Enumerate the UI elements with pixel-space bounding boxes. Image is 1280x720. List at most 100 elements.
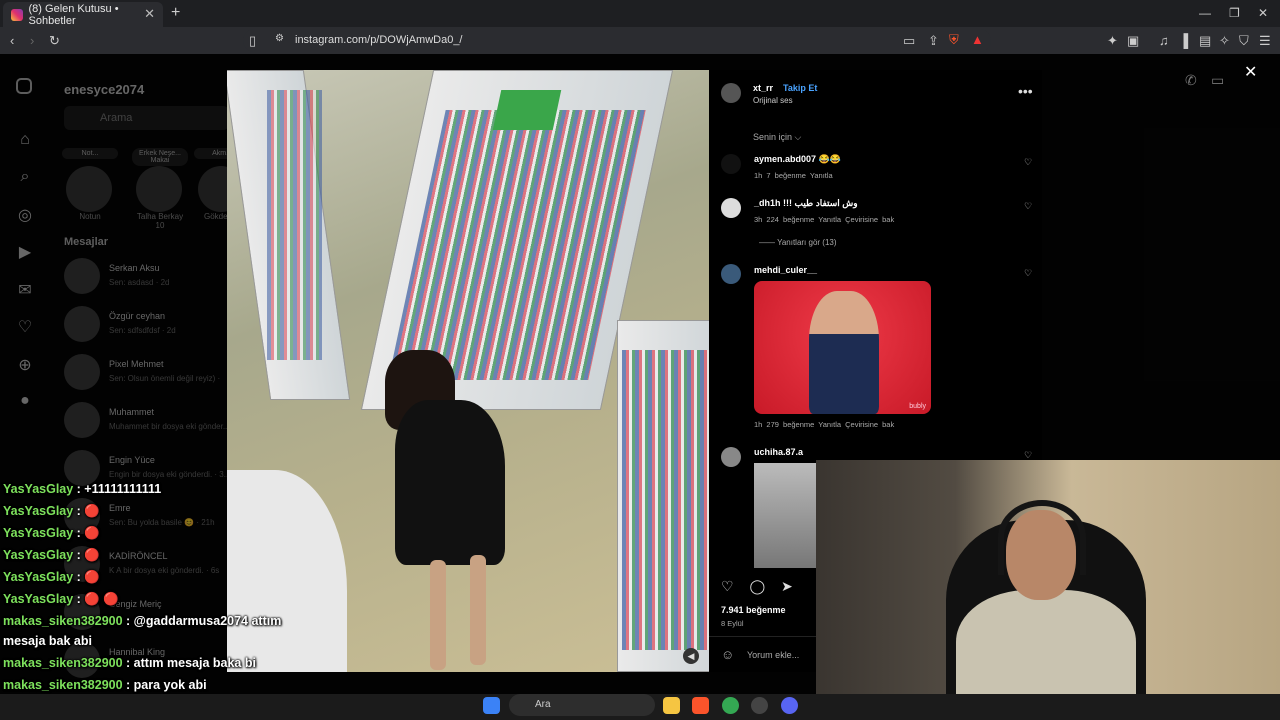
discord-icon[interactable]	[781, 697, 798, 714]
shelf-products	[622, 350, 709, 650]
comment-user: _dh1h !!! وش استفاد طيب	[754, 198, 858, 208]
likes-count[interactable]: 7.941 beğenme	[721, 605, 786, 615]
url-text: instagram.com/p/DOWjAmwDa0_/	[295, 34, 463, 46]
comment-icon[interactable]: ◯	[749, 578, 765, 594]
chat-text: : attım mesaja baka bi	[122, 656, 256, 670]
leo-ai-icon[interactable]: ✧	[1219, 33, 1230, 49]
vpn-icon[interactable]: ⛉	[1239, 33, 1249, 49]
chat-text: : 🔴	[73, 548, 100, 562]
comment-user: aymen.abd007 😂😂	[754, 154, 841, 164]
avatar[interactable]	[721, 198, 741, 218]
chat-line: makas_siken382900 : @gaddarmusa2074 attı…	[3, 614, 281, 628]
chat-text: : 🔴	[73, 526, 100, 540]
chat-user: makas_siken382900	[3, 614, 123, 628]
brave-rewards-icon[interactable]: ▲	[971, 32, 984, 47]
comment-user: mehdi_culer__	[754, 265, 818, 275]
menu-icon[interactable]: ☰	[1259, 33, 1271, 49]
close-icon[interactable]: ✕	[1244, 62, 1257, 82]
new-tab-button[interactable]: +	[171, 4, 180, 22]
brave-shield-icon[interactable]: ⛨	[949, 32, 959, 48]
more-icon[interactable]: •••	[1018, 83, 1033, 99]
sidebar-icon[interactable]: ▐	[1179, 33, 1188, 48]
chat-user: YasYasGlay	[3, 526, 74, 540]
extensions-icon[interactable]: ✦	[1107, 33, 1118, 49]
cast-icon[interactable]: ▭	[903, 33, 915, 49]
chat-line: YasYasGlay : 🔴	[3, 526, 100, 541]
tab-title: (8) Gelen Kutusu • Sohbetler	[28, 2, 119, 27]
audio-label[interactable]: Orijinal ses	[753, 96, 793, 105]
chat-text: : 🔴 🔴	[73, 592, 119, 606]
wallet-icon[interactable]: ▤	[1199, 33, 1211, 49]
chat-user: makas_siken382900	[3, 678, 123, 692]
chat-user: YasYasGlay	[3, 548, 74, 562]
instagram-favicon-icon	[11, 8, 23, 21]
windows-start-icon[interactable]	[483, 697, 500, 714]
reload-icon[interactable]: ↻	[49, 33, 60, 49]
comment-sort-dropdown[interactable]: Senin için ⌵	[753, 132, 801, 143]
taskbar-search[interactable]: Ara	[509, 694, 655, 716]
chat-text: : para yok abi	[122, 678, 207, 692]
video-call-icon[interactable]: ▭	[1211, 72, 1224, 89]
avatar[interactable]	[721, 154, 741, 174]
shelf-sign	[492, 90, 562, 130]
chrome-icon[interactable]	[722, 697, 739, 714]
emoji-icon[interactable]: ☺	[721, 647, 734, 662]
chat-line: YasYasGlay : +11111111111	[3, 482, 161, 496]
address-bar[interactable]: ▯ ⚙ instagram.com/p/DOWjAmwDa0_/ ▭ ⇪ ⛨ ▲	[243, 29, 991, 52]
chat-text: mesaja bak abi	[3, 634, 92, 648]
chat-text: : +11111111111	[73, 482, 162, 496]
browser-toolbar: ‹ › ↻ ▯ ⚙ instagram.com/p/DOWjAmwDa0_/ ▭…	[0, 27, 1280, 54]
post-date: 8 Eylül	[721, 619, 744, 628]
bookmark-icon[interactable]: ▯	[249, 33, 256, 49]
follow-button[interactable]: Takip Et	[783, 83, 817, 93]
site-settings-icon[interactable]: ⚙	[275, 33, 284, 44]
comment-gif[interactable]: bubly	[754, 281, 931, 414]
comment-meta: 1h 7 beğenme Yanıtla	[754, 171, 833, 180]
screenshot-icon[interactable]: ▣	[1127, 33, 1139, 49]
avatar[interactable]	[721, 447, 741, 467]
heart-icon[interactable]: ♡	[721, 578, 734, 594]
heart-icon[interactable]: ♡	[1024, 157, 1032, 168]
avatar[interactable]	[721, 264, 741, 284]
volume-icon[interactable]: ◀	[683, 648, 699, 664]
minimize-icon[interactable]: —	[1199, 6, 1211, 20]
chat-user: YasYasGlay	[3, 592, 74, 606]
comment-meta: 1h 279 beğenme Yanıtla Çevirisine bak	[754, 420, 895, 429]
person-leg	[470, 555, 486, 665]
webcam-feed	[816, 460, 1280, 720]
chat-line: YasYasGlay : 🔴	[3, 504, 100, 519]
taskbar-search-label: Ara	[535, 699, 551, 710]
obs-icon[interactable]	[751, 697, 768, 714]
chat-line: mesaja bak abi	[3, 634, 92, 648]
chat-text: : 🔴	[73, 504, 100, 518]
music-icon[interactable]: ♫	[1159, 33, 1169, 48]
call-icon[interactable]: ✆	[1185, 72, 1197, 89]
avatar[interactable]	[721, 83, 741, 103]
heart-icon[interactable]: ♡	[1024, 268, 1032, 279]
shelf-products	[267, 90, 322, 360]
heart-icon[interactable]: ♡	[1024, 201, 1032, 212]
person-leg	[430, 560, 446, 670]
post-actions: ♡ ◯ ➤	[721, 578, 793, 595]
chat-text: : 🔴	[73, 570, 100, 584]
file-explorer-icon[interactable]	[663, 697, 680, 714]
post-video[interactable]	[227, 70, 709, 672]
chat-line: YasYasGlay : 🔴	[3, 548, 100, 563]
forward-icon[interactable]: ›	[30, 33, 34, 48]
tab-close-icon[interactable]: ✕	[144, 6, 155, 22]
back-icon[interactable]: ‹	[10, 33, 14, 48]
comment-meta: 3h 224 beğenme Yanıtla Çevirisine bak	[754, 215, 895, 224]
post-author[interactable]: xt_rr	[753, 83, 773, 93]
chat-user: YasYasGlay	[3, 504, 74, 518]
restore-icon[interactable]: ❐	[1229, 6, 1240, 20]
comment-input[interactable]: Yorum ekle...	[747, 650, 799, 660]
share-page-icon[interactable]: ⇪	[928, 33, 939, 49]
tab-instagram[interactable]: (8) Gelen Kutusu • Sohbetler ✕	[3, 2, 163, 27]
brave-icon[interactable]	[692, 697, 709, 714]
comment-image[interactable]	[754, 463, 816, 568]
chat-line: YasYasGlay : 🔴	[3, 570, 100, 585]
window-close-icon[interactable]: ✕	[1258, 6, 1268, 20]
gif-brand: bubly	[909, 403, 926, 410]
share-icon[interactable]: ➤	[781, 578, 793, 594]
view-replies-button[interactable]: —— Yanıtları gör (13)	[759, 238, 837, 247]
